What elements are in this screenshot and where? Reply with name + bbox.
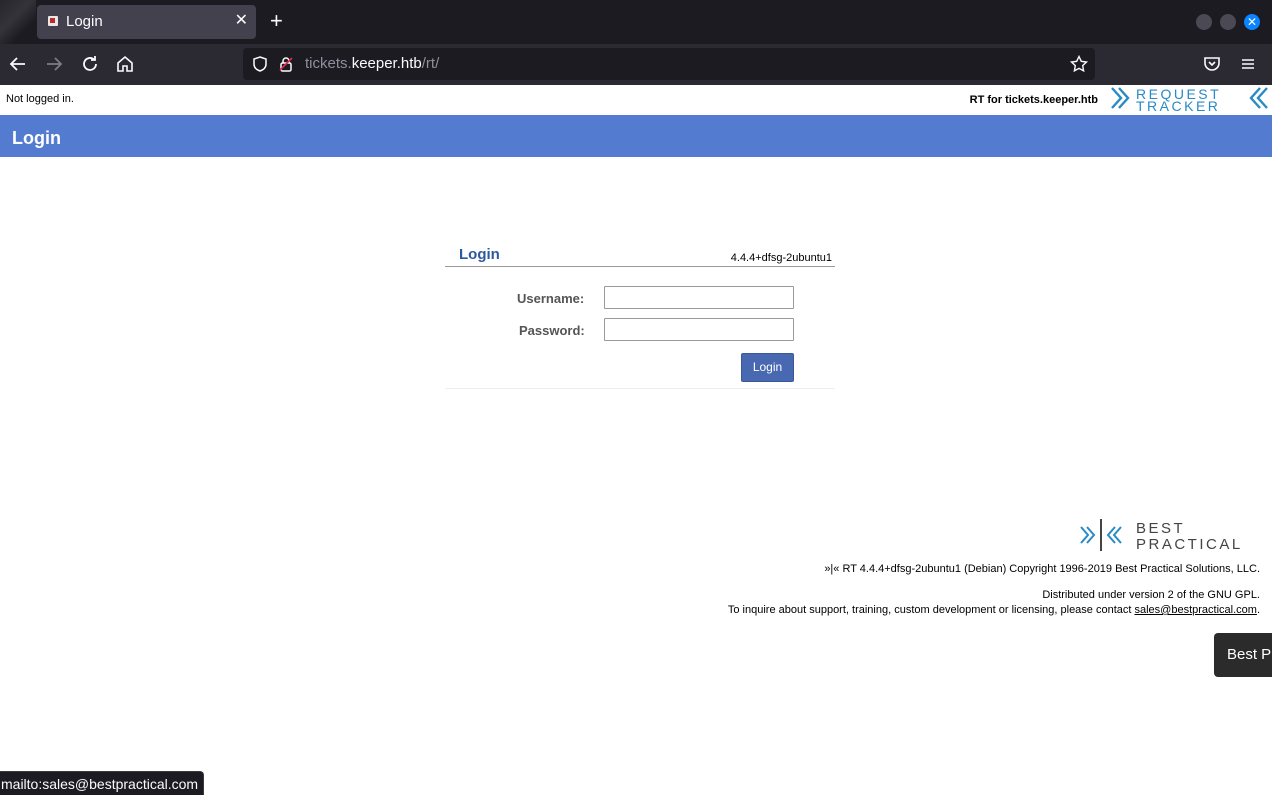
reload-icon[interactable] [78, 52, 102, 76]
login-button[interactable]: Login [741, 353, 794, 382]
login-status: Not logged in. [6, 93, 74, 105]
page-title: Login [12, 128, 61, 148]
insecure-lock-icon[interactable] [277, 55, 295, 73]
url-path: /rt/ [421, 55, 440, 72]
login-form: Login 4.4.4+dfsg-2ubuntu1 Username: Pass… [445, 245, 835, 390]
login-box-title: Login [459, 246, 500, 263]
tracking-shield-icon[interactable] [251, 55, 269, 73]
hamburger-menu-icon[interactable] [1236, 52, 1260, 76]
url-host-prefix: tickets. [305, 55, 352, 72]
bookmark-star-icon[interactable] [1069, 54, 1089, 74]
tab-title: Login [66, 13, 103, 30]
url-text[interactable]: tickets.keeper.htb/rt/ [305, 55, 439, 72]
pocket-icon[interactable] [1200, 52, 1224, 76]
rt-favicon-icon [48, 16, 58, 26]
login-box-header: Login 4.4.4+dfsg-2ubuntu1 [445, 245, 835, 267]
bp-logo-line-2: PRACTICAL [1136, 536, 1243, 553]
rt-instance-name: RT for tickets.keeper.htb [969, 94, 1098, 106]
browser-tab-bar: Login ✕ + ✕ [0, 0, 1272, 44]
footer-contact-text: To inquire about support, training, cust… [727, 604, 1135, 616]
sales-email-link[interactable]: sales@bestpractical.com [1135, 604, 1257, 616]
close-window-button[interactable]: ✕ [1244, 14, 1260, 30]
browser-tab-login[interactable]: Login ✕ [37, 5, 256, 39]
bp-logo-line-1: BEST [1136, 520, 1185, 537]
footer-contact: To inquire about support, training, cust… [728, 604, 1260, 616]
rt-version: 4.4.4+dfsg-2ubuntu1 [730, 252, 832, 264]
password-label: Password: [519, 323, 585, 338]
rt-top-bar: Not logged in. RT for tickets.keeper.htb… [0, 85, 1272, 115]
home-icon[interactable] [113, 52, 137, 76]
logo-line-2: TRACKER [1136, 98, 1220, 113]
best-practical-logo[interactable]: BEST PRACTICAL [1078, 517, 1260, 553]
maximize-window-button[interactable] [1220, 14, 1236, 30]
forward-arrow-icon[interactable] [42, 52, 66, 76]
url-host: keeper.htb [351, 55, 422, 72]
url-bar[interactable]: tickets.keeper.htb/rt/ [243, 48, 1095, 80]
login-box-divider [445, 388, 835, 389]
page-title-bar: Login [0, 115, 1272, 157]
username-input[interactable] [604, 286, 794, 309]
footer-copyright: »|« RT 4.4.4+dfsg-2ubuntu1 (Debian) Copy… [824, 563, 1260, 575]
tab-close-icon[interactable]: ✕ [235, 12, 248, 30]
new-tab-button[interactable]: + [270, 10, 283, 32]
username-label: Username: [517, 291, 585, 306]
password-input[interactable] [604, 318, 794, 341]
best-practical-tooltip: Best Pr [1214, 633, 1272, 677]
request-tracker-logo[interactable]: REQUEST TRACKER [1110, 85, 1272, 114]
link-status-bar: mailto:sales@bestpractical.com [0, 771, 205, 795]
back-arrow-icon[interactable] [6, 52, 30, 76]
footer-license: Distributed under version 2 of the GNU G… [1042, 589, 1260, 601]
decorative-swirl [0, 0, 36, 44]
footer-contact-suffix: . [1256, 604, 1260, 616]
browser-nav-bar: tickets.keeper.htb/rt/ [0, 44, 1272, 85]
minimize-window-button[interactable] [1196, 14, 1212, 30]
